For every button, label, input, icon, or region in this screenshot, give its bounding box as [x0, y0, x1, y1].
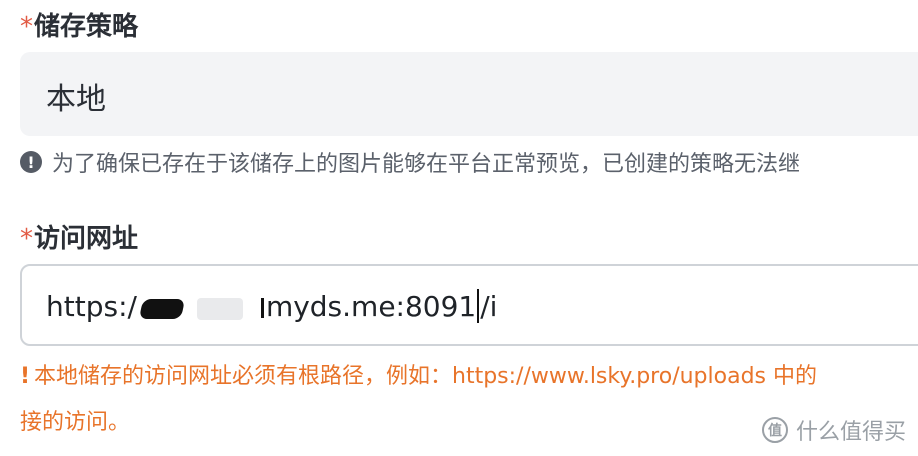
- exclamation-icon: !: [20, 364, 31, 389]
- redaction-mark: [260, 298, 264, 318]
- required-mark: *: [20, 12, 33, 42]
- access-url-suffix: /i: [480, 289, 498, 323]
- text-caret: [477, 289, 480, 323]
- info-circle-icon: !: [20, 151, 42, 173]
- access-url-prefix: https:/: [46, 289, 137, 323]
- access-url-value: https:/ myds.me:8091 /i: [46, 286, 497, 326]
- storage-strategy-select[interactable]: 本地: [20, 52, 918, 136]
- storage-strategy-hint: ! 为了确保已存在于该储存上的图片能够在平台正常预览，已创建的策略无法继: [20, 146, 800, 178]
- storage-strategy-value: 本地: [46, 82, 106, 117]
- storage-policy-form: *储存策略 本地 ! 为了确保已存在于该储存上的图片能够在平台正常预览，已创建的…: [0, 0, 918, 456]
- watermark-logo-icon: 值: [761, 417, 788, 443]
- access-url-warning-line2: 接的访问。: [20, 410, 131, 435]
- required-mark: *: [20, 224, 33, 254]
- access-url-host: myds.me:8091: [265, 289, 477, 323]
- redaction-mark: [196, 298, 243, 320]
- access-url-warning: ! 本地储存的访问网址必须有根路径，例如：https://www.lsky.pro…: [20, 358, 817, 390]
- access-url-input[interactable]: https:/ myds.me:8091 /i: [20, 264, 918, 346]
- storage-strategy-hint-text: 为了确保已存在于该储存上的图片能够在平台正常预览，已创建的策略无法继: [52, 152, 801, 177]
- access-url-label: *访问网址: [20, 218, 138, 255]
- storage-strategy-label-text: 储存策略: [34, 12, 139, 42]
- site-watermark: 值 什么值得买: [761, 414, 906, 446]
- redaction-mark: [138, 299, 186, 319]
- access-url-warning-line1: 本地储存的访问网址必须有根路径，例如：https://www.lsky.pro/…: [34, 364, 817, 389]
- storage-strategy-label: *储存策略: [20, 6, 138, 43]
- watermark-text: 什么值得买: [795, 420, 906, 445]
- access-url-warning-cont: 接的访问。: [20, 404, 130, 436]
- access-url-label-text: 访问网址: [34, 224, 139, 254]
